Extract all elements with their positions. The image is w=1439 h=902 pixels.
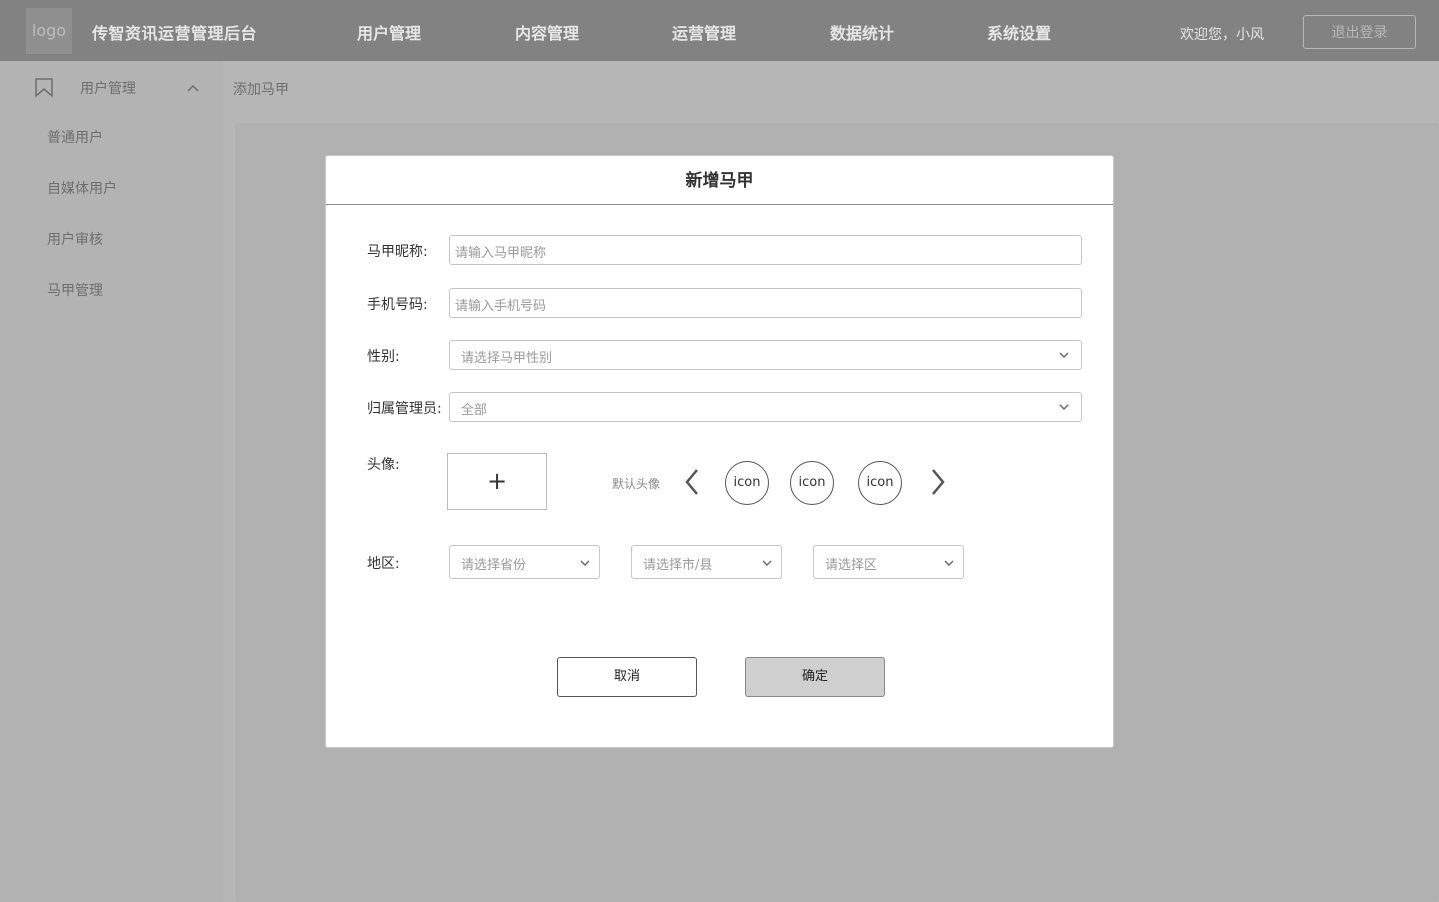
nav-item-operations-management[interactable]: 运营管理: [672, 20, 736, 44]
district-placeholder: 请选择区: [825, 558, 878, 573]
chevron-right-icon[interactable]: [930, 468, 946, 496]
admin-value: 全部: [461, 403, 488, 418]
gender-placeholder: 请选择马甲性别: [461, 351, 553, 366]
add-alias-dialog: 新增马甲 马甲昵称: 请输入马甲昵称 手机号码: 请输入手机号码 性别: 请选择…: [325, 155, 1114, 748]
chevron-down-icon: [1059, 352, 1069, 358]
admin-select[interactable]: 全部: [449, 392, 1082, 422]
nickname-label: 马甲昵称:: [367, 244, 428, 260]
province-select[interactable]: 请选择省份: [449, 545, 600, 579]
admin-label: 归属管理员:: [367, 401, 442, 417]
sidebar-group-user-management[interactable]: 用户管理: [34, 77, 204, 98]
phone-placeholder: 请输入手机号码: [455, 299, 547, 314]
top-navigation-bar: logo 传智资讯运营管理后台 用户管理 内容管理 运营管理 数据统计 系统设置…: [0, 0, 1439, 61]
gender-label: 性别:: [367, 349, 400, 365]
city-select[interactable]: 请选择市/县: [631, 545, 782, 579]
default-avatar-option[interactable]: icon: [725, 461, 769, 505]
breadcrumb: 添加马甲: [233, 82, 289, 98]
chevron-down-icon: [762, 560, 772, 566]
cancel-button[interactable]: 取消: [557, 657, 697, 697]
app-title: 传智资讯运营管理后台: [92, 24, 258, 43]
chevron-down-icon: [944, 560, 954, 566]
plus-icon: +: [486, 467, 508, 495]
gender-select[interactable]: 请选择马甲性别: [449, 340, 1082, 370]
sidebar-item-alias-management[interactable]: 马甲管理: [47, 280, 103, 300]
welcome-text: 欢迎您，小风: [1180, 27, 1264, 43]
sidebar-group-label: 用户管理: [80, 81, 136, 97]
phone-input[interactable]: 请输入手机号码: [449, 288, 1082, 318]
nickname-placeholder: 请输入马甲昵称: [455, 246, 547, 261]
region-label: 地区:: [367, 556, 400, 572]
logo: logo: [26, 8, 72, 54]
city-placeholder: 请选择市/县: [643, 558, 713, 573]
nav-item-content-management[interactable]: 内容管理: [515, 20, 579, 44]
nav-item-data-statistics[interactable]: 数据统计: [830, 20, 894, 44]
sidebar-item-regular-users[interactable]: 普通用户: [47, 127, 103, 147]
sidebar-item-user-review[interactable]: 用户审核: [47, 229, 103, 249]
avatar-upload-button[interactable]: +: [447, 453, 547, 510]
chevron-down-icon: [1059, 404, 1069, 410]
bookmark-icon: [35, 78, 53, 98]
nav-item-system-settings[interactable]: 系统设置: [987, 20, 1051, 44]
chevron-up-icon: [187, 84, 199, 92]
chevron-down-icon: [580, 560, 590, 566]
chevron-left-icon[interactable]: [684, 468, 700, 496]
province-placeholder: 请选择省份: [461, 558, 527, 573]
sidebar: 用户管理 普通用户 自媒体用户 用户审核 马甲管理: [0, 61, 223, 902]
nav-item-user-management[interactable]: 用户管理: [357, 20, 421, 44]
nickname-input[interactable]: 请输入马甲昵称: [449, 235, 1082, 265]
logout-button[interactable]: 退出登录: [1303, 15, 1416, 49]
default-avatar-option[interactable]: icon: [790, 461, 834, 505]
dialog-title: 新增马甲: [326, 156, 1113, 205]
sidebar-item-media-users[interactable]: 自媒体用户: [47, 178, 117, 198]
default-avatar-label: 默认头像: [612, 477, 661, 491]
avatar-label: 头像:: [367, 457, 400, 473]
confirm-button[interactable]: 确定: [745, 657, 885, 697]
phone-label: 手机号码:: [367, 297, 428, 313]
district-select[interactable]: 请选择区: [813, 545, 964, 579]
default-avatar-option[interactable]: icon: [858, 461, 902, 505]
